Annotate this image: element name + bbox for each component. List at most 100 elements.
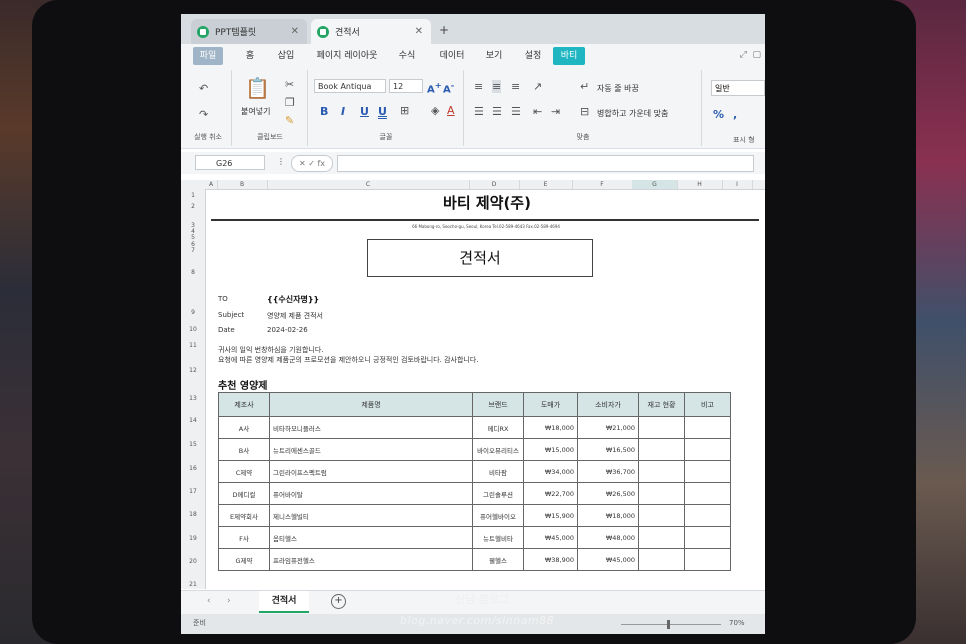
text-orientation-icon[interactable]: ↗ [533,80,542,93]
row-header[interactable]: 21 [181,581,205,588]
paste-button[interactable]: 붙여넣기 [241,106,270,117]
to-value[interactable]: {{수신자명}} [267,294,319,305]
cell-wholesale[interactable]: ₩45,000 [523,526,578,549]
subject-value[interactable]: 영양제 제품 견적서 [267,311,323,321]
table-header[interactable]: 재고 현황 [638,392,685,417]
cell-retail[interactable]: ₩45,000 [577,548,639,571]
prev-sheet-icon[interactable]: ‹ [207,596,211,606]
align-bottom-icon[interactable]: ≡ [511,80,520,93]
zoom-slider-handle[interactable] [667,620,670,629]
column-header[interactable]: G [632,180,678,189]
cell-maker[interactable]: F사 [218,526,270,549]
formula-input[interactable] [337,155,754,172]
row-header[interactable]: 5 [181,234,205,241]
row-header[interactable]: 9 [181,309,205,316]
cell-retail[interactable]: ₩21,000 [577,416,639,439]
cell-note[interactable] [684,482,731,505]
cell-product[interactable]: 퓨어바이탈 [269,482,473,505]
menu-insert[interactable]: 삽입 [273,47,299,65]
underline-icon[interactable]: U [360,105,369,118]
table-header[interactable]: 제조사 [218,392,270,417]
cell-brand[interactable]: 뉴트헬비타 [472,526,524,549]
row-header[interactable]: 12 [181,367,205,374]
cell-brand[interactable]: 비타팜 [472,460,524,483]
cell-wholesale[interactable]: ₩38,900 [523,548,578,571]
cell-stock[interactable] [638,416,685,439]
fx-button[interactable]: ✕ ✓ fx [291,155,333,172]
more-icon[interactable]: ⋮ [277,157,285,166]
cell-stock[interactable] [638,548,685,571]
cell-product[interactable]: 뉴트리에센스골드 [269,438,473,461]
cell-stock[interactable] [638,526,685,549]
menu-page-layout[interactable]: 페이지 레이아웃 [311,47,383,65]
cell-retail[interactable]: ₩36,700 [577,460,639,483]
table-header[interactable]: 도매가 [523,392,578,417]
row-header[interactable]: 19 [181,535,205,542]
cell-note[interactable] [684,460,731,483]
tab-ppt-template[interactable]: PPT템플릿 ✕ [191,19,307,44]
row-header[interactable]: 17 [181,488,205,495]
decrease-indent-icon[interactable]: ⇤ [533,105,542,118]
cell-wholesale[interactable]: ₩15,000 [523,438,578,461]
new-tab-icon[interactable]: + [439,23,449,37]
column-header[interactable]: D [469,180,520,189]
row-header[interactable]: 1 [181,192,205,199]
cut-icon[interactable]: ✂ [285,78,294,91]
row-header[interactable]: 2 [181,203,205,210]
fill-color-icon[interactable]: ◈ [431,104,439,117]
add-sheet-icon[interactable]: + [331,594,346,609]
cell-stock[interactable] [638,438,685,461]
cell-maker[interactable]: E제약회사 [218,504,270,527]
wrap-text-icon[interactable]: ↵ [580,80,589,93]
cell-wholesale[interactable]: ₩18,000 [523,416,578,439]
table-header[interactable]: 비고 [684,392,731,417]
sheet-tab-quote[interactable]: 견적서 [259,591,309,613]
row-header[interactable]: 20 [181,558,205,565]
border-icon[interactable]: ⊞ [400,104,409,117]
menu-settings[interactable]: 설정 [519,47,547,65]
cell-wholesale[interactable]: ₩15,900 [523,504,578,527]
cell-retail[interactable]: ₩18,000 [577,504,639,527]
format-painter-icon[interactable]: ✎ [285,114,294,127]
cell-product[interactable]: 비타하모니플러스 [269,416,473,439]
align-left-icon[interactable]: ☰ [474,105,484,118]
menu-bati[interactable]: 바티 [553,47,585,65]
column-header[interactable]: E [519,180,573,189]
font-name-select[interactable]: Book Antiqua [314,79,386,93]
cell-product[interactable]: 프라임퓨전헬스 [269,548,473,571]
align-middle-icon[interactable]: ≡ [492,80,502,93]
column-header[interactable]: B [217,180,268,189]
cell-brand[interactable]: 퓨어헬바이오 [472,504,524,527]
cell-maker[interactable]: B사 [218,438,270,461]
cell-note[interactable] [684,416,731,439]
merge-center-button[interactable]: 병합하고 가운데 맞춤 [597,108,668,119]
menu-file[interactable]: 파일 [193,47,223,65]
increase-indent-icon[interactable]: ⇥ [551,105,560,118]
number-format-select[interactable]: 일반 [711,80,765,96]
align-right-icon[interactable]: ☰ [511,105,521,118]
italic-icon[interactable]: I [341,105,345,118]
align-center-icon[interactable]: ☰ [492,105,502,118]
merge-center-icon[interactable]: ⊟ [580,105,589,118]
cell-product[interactable]: 그린라이프스펙트럼 [269,460,473,483]
row-header[interactable]: 11 [181,342,205,349]
column-header[interactable]: F [572,180,633,189]
cell-maker[interactable]: G제약 [218,548,270,571]
cell-note[interactable] [684,438,731,461]
cell-brand[interactable]: 메디RX [472,416,524,439]
table-header[interactable]: 소비자가 [577,392,639,417]
row-header[interactable]: 8 [181,269,205,276]
row-header[interactable]: 18 [181,511,205,518]
row-header[interactable]: 14 [181,417,205,424]
cell-product[interactable]: 제니스헬빌티 [269,504,473,527]
double-underline-icon[interactable]: U [378,105,387,118]
name-box[interactable]: G26 [195,155,265,170]
paste-icon[interactable]: 📋 [245,76,270,100]
percent-icon[interactable]: % [713,108,724,121]
font-color-icon[interactable]: A [447,104,455,117]
row-header[interactable]: 10 [181,326,205,333]
close-icon[interactable]: ✕ [291,26,299,37]
table-header[interactable]: 브랜드 [472,392,524,417]
row-header[interactable]: 7 [181,247,205,254]
column-header[interactable]: H [677,180,723,189]
